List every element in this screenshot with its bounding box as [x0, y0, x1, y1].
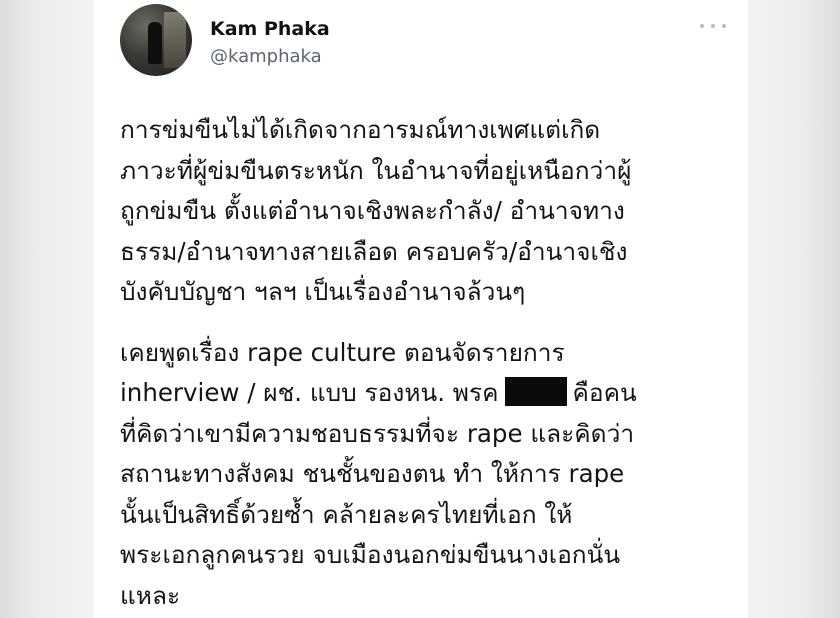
text-line: การข่มขืนไม่ได้เกิดจากอารมณ์ทางเพศแต่เกิ…: [120, 115, 601, 144]
text-segment: คือคน: [572, 378, 637, 407]
text-line: แหละ: [120, 580, 181, 610]
tweet-text: การข่มขืนไม่ได้เกิดจากอารมณ์ทางเพศแต่เกิ…: [120, 110, 736, 616]
text-line: ธรรม/อำนาจทางสายเลือด ครอบครัว/อำนาจเชิง: [120, 236, 628, 266]
redaction-box: [504, 377, 567, 406]
display-name[interactable]: Kam Phaka: [210, 18, 330, 40]
avatar[interactable]: [120, 4, 192, 76]
tweet-card: Kam Phaka @kamphaka การข่มขืนไม่ได้เกิดจ…: [94, 0, 748, 618]
text-segment: inherview / ผช. แบบ รองหน. พรค: [120, 378, 499, 407]
text-line-with-redaction: inherview / ผช. แบบ รองหน. พรค คือคน: [120, 373, 736, 414]
more-dot: [711, 24, 715, 28]
avatar-figure: [148, 22, 162, 64]
avatar-background: [164, 12, 186, 68]
more-dot: [722, 24, 726, 28]
screenshot-background: Kam Phaka @kamphaka การข่มขืนไม่ได้เกิดจ…: [0, 0, 840, 618]
text-line: พระเอกลูกคนรวย จบเมืองนอกข่มขืนนางเอกนั่…: [120, 540, 621, 569]
tweet-paragraph-1: การข่มขืนไม่ได้เกิดจากอารมณ์ทางเพศแต่เกิ…: [120, 110, 736, 313]
text-line: บังคับบัญชา ฯลฯ เป็นเรื่องอำนาจล้วนๆ: [120, 277, 526, 306]
user-handle[interactable]: @kamphaka: [210, 46, 322, 67]
text-line: สถานะทางสังคม ชนชั้นของตน ทำ ให้การ rape: [120, 459, 625, 488]
text-line: ภาวะที่ผู้ข่มขืนตระหนัก ในอำนาจที่อยู่เห…: [120, 155, 632, 185]
text-line: นั้นเป็นสิทธิ์ด้วยซ้ำ คล้ายละครไทยที่เอก…: [120, 499, 573, 529]
tweet-paragraph-2: เคยพูดเรื่อง rape culture ตอนจัดรายการ i…: [120, 333, 736, 617]
tweet-header: Kam Phaka @kamphaka: [120, 4, 730, 78]
text-line: ถูกข่มขืน ตั้งแต่อำนาจเชิงพละกำลัง/ อำนา…: [120, 196, 625, 225]
text-line: เคยพูดเรื่อง rape culture ตอนจัดรายการ: [120, 337, 565, 367]
more-horizontal-icon[interactable]: [700, 20, 726, 32]
text-line: ที่คิดว่าเขามีความชอบธรรมที่จะ rape และค…: [120, 418, 635, 448]
more-dot: [700, 24, 704, 28]
